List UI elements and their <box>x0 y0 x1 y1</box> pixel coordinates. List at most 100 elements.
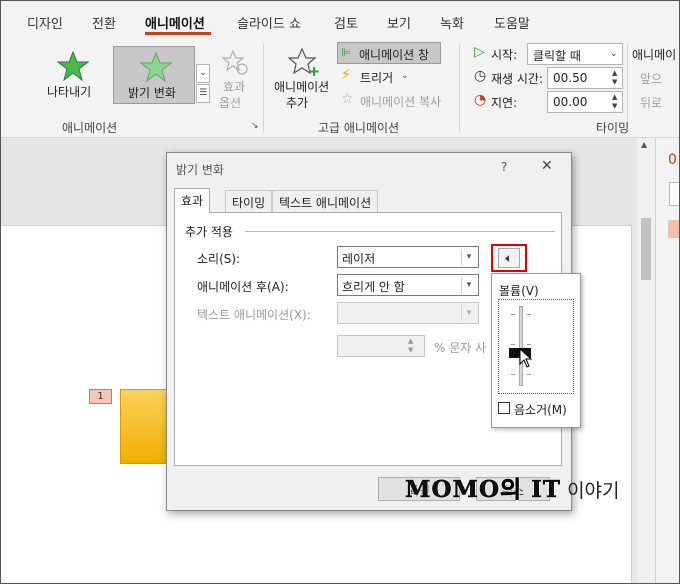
section-title: 추가 적용 <box>185 225 233 239</box>
dialog-tab-effect[interactable]: 효과 <box>174 188 211 213</box>
timing-delay-value: 00.00 <box>553 95 588 109</box>
duration-clock-icon: ◷ <box>474 68 487 84</box>
tab-view[interactable]: 보기 <box>387 13 411 32</box>
delay-clock-icon: ◔ <box>474 92 487 108</box>
group-label-animation: 애니메이션 <box>62 121 118 135</box>
trigger-label: 트리거 <box>360 71 394 85</box>
move-later-label[interactable]: 뒤로 <box>640 94 662 111</box>
effect-options-line1: 효과 <box>223 80 246 94</box>
trigger-chevron-icon: ⌄ <box>401 71 409 81</box>
move-earlier-label[interactable]: 앞으 <box>640 70 662 87</box>
effect-options-icon <box>221 49 248 75</box>
fade-star-icon <box>140 52 172 82</box>
volume-tick <box>511 344 515 345</box>
text-animation-select[interactable]: ▾ <box>337 302 479 324</box>
tab-review[interactable]: 검토 <box>334 13 358 32</box>
animation-painter-button[interactable]: ☆ 애니메이션 복사 <box>340 91 452 111</box>
after-animation-label: 애니메이션 후(A): <box>197 280 289 294</box>
reorder-title: 애니메이 <box>632 48 677 62</box>
volume-slider-area[interactable] <box>498 299 574 394</box>
group-label-advanced: 고급 애니메이션 <box>318 121 400 135</box>
speaker-icon: 🔈︎ <box>498 248 520 268</box>
after-animation-select[interactable]: 흐리게 안 함 ▾ <box>337 274 479 296</box>
scrollbar-thumb[interactable] <box>641 218 651 280</box>
trigger-button[interactable]: ⚡ 트리거 ⌄ <box>340 67 420 87</box>
appear-star-icon <box>57 51 89 81</box>
timing-delay-spinner[interactable]: 00.00 ▲ ▼ <box>547 91 623 113</box>
animation-order-number: 1 <box>97 391 104 402</box>
animation-order-tag[interactable]: 1 <box>89 389 112 404</box>
tab-design[interactable]: 디자인 <box>27 13 63 32</box>
animation-painter-label: 애니메이션 복사 <box>360 95 442 109</box>
after-animation-chevron-icon: ▾ <box>461 277 476 293</box>
animation-pane-label: 애니메이션 창 <box>359 48 430 62</box>
volume-track <box>519 306 523 386</box>
sound-volume-button[interactable]: 🔈︎ <box>491 244 527 272</box>
gallery-item-appear-label: 나타내기 <box>47 85 92 99</box>
volume-tick <box>527 314 531 315</box>
tab-record[interactable]: 녹화 <box>440 13 464 32</box>
text-animation-chevron-icon: ▾ <box>461 305 476 321</box>
timing-start-value: 클릭할 때 <box>533 49 581 63</box>
group-separator <box>459 44 460 132</box>
mute-checkbox-row[interactable]: 음소거(M) <box>498 401 576 417</box>
effect-options-line2: 옵션 <box>219 96 242 110</box>
sound-value: 레이저 <box>342 252 376 266</box>
volume-title: 볼륨(V) <box>499 284 539 298</box>
animation-pane-button[interactable]: ⊫ 애니메이션 창 <box>337 42 441 64</box>
timing-duration-value: 00.50 <box>553 71 588 85</box>
gallery-more-icon[interactable]: ⌄ <box>196 64 210 83</box>
side-panel-number: 0 <box>668 152 677 168</box>
tab-transitions[interactable]: 전환 <box>92 13 116 32</box>
gallery-expand-icon[interactable]: ☰ <box>196 84 210 103</box>
add-animation-star-icon <box>288 47 319 76</box>
animation-painter-icon: ☆ <box>341 91 354 107</box>
tab-help[interactable]: 도움말 <box>494 13 530 32</box>
volume-tick <box>511 314 515 315</box>
dialog-close-icon[interactable]: ✕ <box>541 158 553 174</box>
gallery-item-appear[interactable]: 나타내기 <box>27 47 117 103</box>
timing-start-select[interactable]: 클릭할 때 ⌄ <box>527 43 623 65</box>
gallery-item-fade[interactable]: 밝기 변화 <box>113 46 195 104</box>
dialog-tab-text-animation[interactable]: 텍스트 애니메이션 <box>272 190 379 212</box>
side-panel-chip[interactable] <box>668 220 680 238</box>
group-launcher-icon[interactable]: ↘ <box>251 121 259 131</box>
volume-tick <box>511 374 515 375</box>
watermark-tail: 이야기 <box>561 480 620 502</box>
timing-start-label: 시작: <box>491 48 518 62</box>
add-animation-line1: 애니메이션 <box>274 80 330 94</box>
text-delay-spinner[interactable]: ▲ ▼ <box>337 335 425 357</box>
timing-duration-label: 재생 시간: <box>491 72 544 86</box>
dialog-help-button[interactable]: ? <box>501 160 507 174</box>
sound-select[interactable]: 레이저 ▾ <box>337 246 479 268</box>
mute-label: 음소거(M) <box>514 403 567 417</box>
effect-options-button[interactable]: 효과 옵션 <box>215 46 255 112</box>
text-animation-label: 텍스트 애니메이션(X): <box>197 308 311 322</box>
sound-chevron-icon: ▾ <box>461 249 476 265</box>
watermark: MOMO의 IT 이야기 <box>405 470 620 504</box>
gallery-scroll-buttons[interactable]: ⌄ ☰ <box>196 64 210 104</box>
scroll-up-icon[interactable]: ▲ <box>641 140 647 149</box>
section-divider <box>245 231 555 232</box>
mute-checkbox[interactable] <box>498 402 510 414</box>
right-side-panel: 0 <box>655 138 680 584</box>
tab-slideshow[interactable]: 슬라이드 쇼 <box>237 13 301 32</box>
dialog-title: 밝기 변화 <box>176 163 224 177</box>
active-tab-underline <box>145 32 211 35</box>
delay-spin-icon[interactable]: ▲ ▼ <box>612 93 617 111</box>
duration-spin-icon[interactable]: ▲ ▼ <box>612 69 617 87</box>
text-delay-spin-icon[interactable]: ▲ ▼ <box>408 337 413 355</box>
volume-tick <box>527 374 531 375</box>
add-animation-button[interactable]: 애니메이션 추가 <box>270 44 336 114</box>
timing-delay-label: 지연: <box>491 96 518 110</box>
dialog-tab-timing[interactable]: 타이밍 <box>225 190 273 212</box>
vertical-scrollbar[interactable]: ▲ <box>637 138 655 584</box>
timing-duration-spinner[interactable]: 00.50 ▲ ▼ <box>547 67 623 89</box>
side-panel-box[interactable] <box>669 182 680 206</box>
after-animation-value: 흐리게 안 함 <box>342 280 405 294</box>
gallery-item-fade-label: 밝기 변화 <box>128 86 176 100</box>
group-label-timing: 타이밍 <box>596 121 630 135</box>
tab-animations[interactable]: 애니메이션 <box>145 13 205 32</box>
watermark-brand: MOMO의 IT <box>405 476 562 504</box>
volume-tick <box>527 344 531 345</box>
